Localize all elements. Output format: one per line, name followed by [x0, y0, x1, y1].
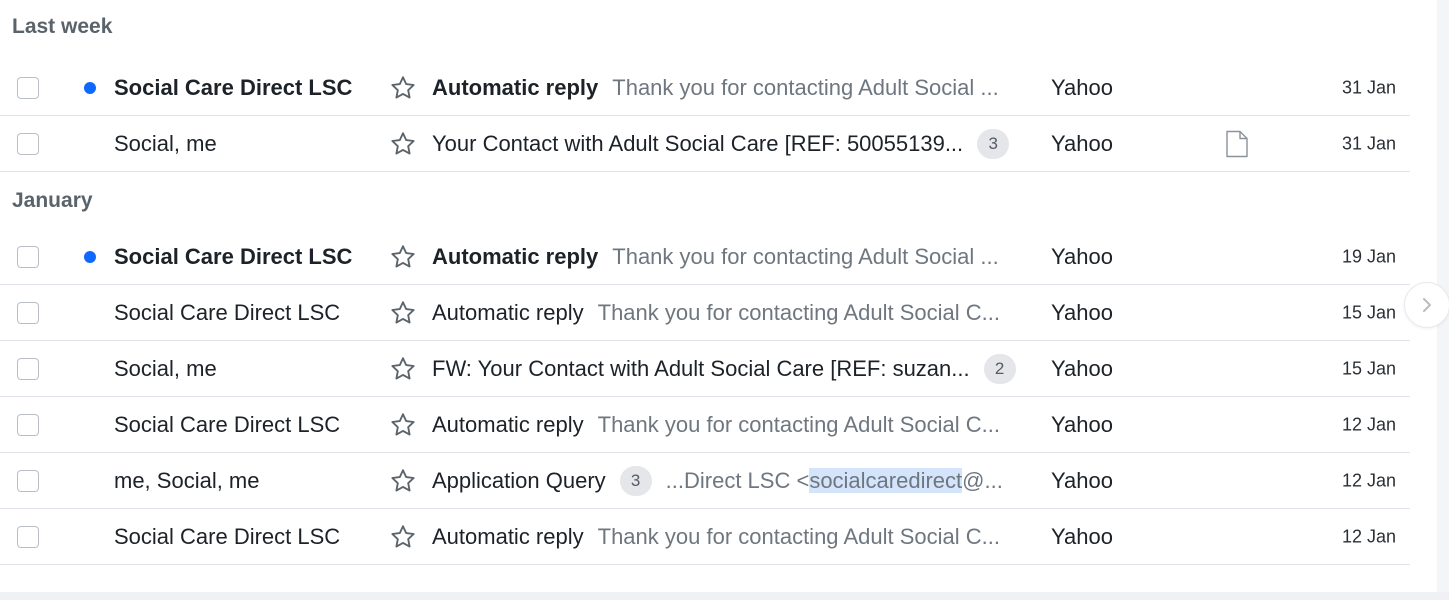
select-checkbox[interactable] [17, 76, 39, 99]
message-row[interactable]: Social Care Direct LSC Automatic reply T… [0, 229, 1410, 285]
message-content: Automatic reply Thank you for contacting… [432, 75, 1032, 101]
preview: Thank you for contacting Adult Social ..… [612, 243, 999, 269]
star-icon[interactable] [389, 74, 417, 102]
message-row[interactable]: Social Care Direct LSC Automatic reply T… [0, 397, 1410, 453]
sender: Social Care Direct LSC [114, 299, 341, 325]
subject: Automatic reply [432, 523, 584, 549]
thread-count-badge: 3 [619, 465, 652, 496]
bottom-bar [0, 592, 1449, 600]
preview: Thank you for contacting Adult Social C.… [597, 411, 1000, 437]
star-icon[interactable] [389, 411, 417, 439]
message-row[interactable]: Social Care Direct LSC Automatic reply T… [0, 60, 1410, 116]
sender: Social Care Direct LSC [114, 523, 341, 549]
message-content: Automatic reply Thank you for contacting… [432, 524, 1032, 550]
date: 15 Jan [1341, 302, 1396, 322]
message-row[interactable]: Social, me Your Contact with Adult Socia… [0, 116, 1410, 172]
date: 12 Jan [1341, 470, 1396, 490]
thread-count-badge: 2 [983, 353, 1016, 384]
star-icon[interactable] [389, 523, 417, 551]
select-checkbox[interactable] [17, 301, 39, 324]
message-content: Automatic reply Thank you for contacting… [432, 244, 1032, 270]
select-checkbox[interactable] [17, 525, 39, 548]
message-row[interactable]: Social, me FW: Your Contact with Adult S… [0, 341, 1410, 397]
preview-text-before: ...Direct LSC < [665, 467, 810, 493]
select-checkbox[interactable] [17, 357, 39, 380]
message-row[interactable]: me, Social, me Application Query 3 ...Di… [0, 453, 1410, 509]
date: 19 Jan [1341, 246, 1396, 266]
account-label: Yahoo [1051, 74, 1113, 100]
subject: Automatic reply [432, 243, 599, 269]
account-label: Yahoo [1051, 467, 1113, 493]
preview: Thank you for contacting Adult Social ..… [612, 74, 999, 100]
date: 12 Jan [1341, 414, 1396, 434]
account-label: Yahoo [1051, 355, 1113, 381]
attachment-document-icon[interactable] [1225, 130, 1249, 158]
account-label: Yahoo [1051, 243, 1113, 269]
subject: Automatic reply [432, 74, 599, 100]
next-page-button[interactable] [1404, 282, 1449, 328]
message-content: FW: Your Contact with Adult Social Care … [432, 353, 1032, 384]
select-checkbox[interactable] [17, 132, 39, 155]
subject: Automatic reply [432, 299, 584, 325]
star-icon[interactable] [389, 130, 417, 158]
sender: Social, me [114, 355, 217, 381]
preview: ...Direct LSC <socialcaredirect@... [665, 467, 1003, 494]
group-header-january: January [12, 188, 93, 212]
sender: Social, me [114, 130, 217, 156]
sender: Social Care Direct LSC [114, 411, 341, 437]
chevron-right-icon [1423, 298, 1431, 312]
date: 31 Jan [1341, 77, 1396, 97]
preview: Thank you for contacting Adult Social C.… [597, 523, 1000, 549]
date: 31 Jan [1341, 133, 1396, 153]
message-list: Last week Social Care Direct LSC Automat… [0, 0, 1410, 565]
message-row[interactable]: Social Care Direct LSC Automatic reply T… [0, 509, 1410, 565]
select-checkbox[interactable] [17, 413, 39, 436]
star-icon[interactable] [389, 243, 417, 271]
star-icon[interactable] [389, 467, 417, 495]
select-checkbox[interactable] [17, 469, 39, 492]
star-icon[interactable] [389, 355, 417, 383]
subject: FW: Your Contact with Adult Social Care … [432, 355, 970, 381]
subject: Your Contact with Adult Social Care [REF… [432, 130, 964, 156]
search-highlight: socialcaredirect [809, 467, 963, 493]
message-content: Automatic reply Thank you for contacting… [432, 300, 1032, 326]
sender: Social Care Direct LSC [114, 243, 353, 269]
message-row[interactable]: Social Care Direct LSC Automatic reply T… [0, 285, 1410, 341]
date: 12 Jan [1341, 526, 1396, 546]
message-content: Application Query 3 ...Direct LSC <socia… [432, 465, 1032, 496]
thread-count-badge: 3 [977, 128, 1010, 159]
account-label: Yahoo [1051, 411, 1113, 437]
unread-dot-icon[interactable] [84, 250, 96, 263]
message-content: Automatic reply Thank you for contacting… [432, 412, 1032, 438]
subject: Automatic reply [432, 411, 584, 437]
account-label: Yahoo [1051, 299, 1113, 325]
star-icon[interactable] [389, 299, 417, 327]
date: 15 Jan [1341, 358, 1396, 378]
sender: me, Social, me [114, 467, 260, 493]
group-header-last-week: Last week [12, 15, 113, 38]
account-label: Yahoo [1051, 130, 1113, 156]
account-label: Yahoo [1051, 523, 1113, 549]
message-content: Your Contact with Adult Social Care [REF… [432, 128, 1032, 159]
preview: Thank you for contacting Adult Social C.… [597, 299, 1000, 325]
subject: Application Query [432, 467, 606, 493]
select-checkbox[interactable] [17, 245, 39, 268]
unread-dot-icon[interactable] [84, 81, 96, 94]
sender: Social Care Direct LSC [114, 74, 353, 100]
preview-text-after: @... [962, 467, 1003, 493]
